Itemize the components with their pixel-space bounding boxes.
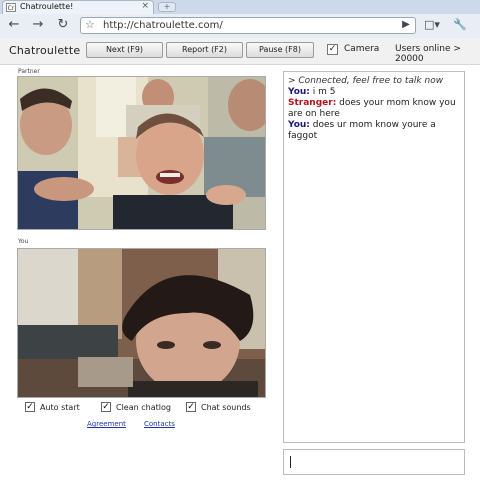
close-tab-icon[interactable]: ×: [141, 1, 149, 11]
partner-video: [17, 76, 266, 230]
go-icon[interactable]: ▶: [398, 17, 414, 33]
you-label: You: [18, 238, 29, 245]
back-icon[interactable]: ←: [6, 17, 22, 33]
forward-icon[interactable]: →: [30, 17, 46, 33]
browser-tab[interactable]: Cr Chatroulette! ×: [2, 0, 154, 14]
contacts-link[interactable]: Contacts: [144, 420, 175, 428]
chat-message: You: i m 5: [288, 87, 460, 98]
reload-icon[interactable]: ↻: [55, 17, 71, 33]
new-tab-button[interactable]: +: [158, 2, 176, 12]
partner-video-frame: [18, 77, 265, 229]
chat-message: You: does ur mom know youre a faggot: [288, 120, 460, 142]
message-text: does ur mom know youre a faggot: [288, 120, 436, 141]
system-message: > Connected, feel free to talk now: [288, 76, 444, 86]
you-video-frame: [18, 249, 265, 397]
chat-sounds-label: Chat sounds: [201, 403, 251, 412]
chat-message: Stranger: does your mom know you are on …: [288, 98, 460, 120]
favicon-icon: Cr: [6, 3, 16, 12]
message-speaker: You:: [288, 120, 310, 130]
camera-checkbox[interactable]: ✓: [327, 44, 338, 55]
url-text: http://chatroulette.com/: [103, 20, 223, 31]
pause-button[interactable]: Pause (F8): [246, 42, 314, 58]
browser-toolbar: ← → ↻ ☆ http://chatroulette.com/ ▶ □▾ 🔧: [0, 14, 480, 39]
partner-label: Partner: [18, 68, 40, 75]
clean-chatlog-checkbox[interactable]: ✓: [101, 402, 111, 412]
clean-chatlog-label: Clean chatlog: [116, 403, 171, 412]
wrench-icon[interactable]: 🔧: [452, 17, 468, 33]
page-header: Chatroulette Next (F9) Report (F2) Pause…: [0, 38, 480, 65]
tab-strip: Cr Chatroulette! × +: [0, 0, 480, 14]
address-bar[interactable]: ☆ http://chatroulette.com/: [80, 17, 416, 34]
chat-sounds-checkbox[interactable]: ✓: [186, 402, 196, 412]
page-icon[interactable]: □▾: [424, 17, 440, 33]
chat-log: > Connected, feel free to talk now You: …: [283, 71, 465, 443]
message-speaker: You:: [288, 87, 310, 97]
agreement-link[interactable]: Agreement: [87, 420, 126, 428]
next-button[interactable]: Next (F9): [86, 42, 163, 58]
tab-title: Chatroulette!: [20, 2, 74, 11]
auto-start-checkbox[interactable]: ✓: [25, 402, 35, 412]
message-speaker: Stranger:: [288, 98, 337, 108]
text-caret: [290, 456, 291, 468]
users-online-text: Users online > 20000: [395, 44, 461, 64]
you-video: [17, 248, 266, 398]
chat-input[interactable]: [283, 449, 465, 475]
report-button[interactable]: Report (F2): [166, 42, 243, 58]
camera-label: Camera: [344, 44, 380, 54]
brand-title: Chatroulette: [9, 44, 81, 57]
message-text: i m 5: [309, 87, 336, 97]
star-icon[interactable]: ☆: [85, 18, 95, 31]
auto-start-label: Auto start: [40, 403, 80, 412]
